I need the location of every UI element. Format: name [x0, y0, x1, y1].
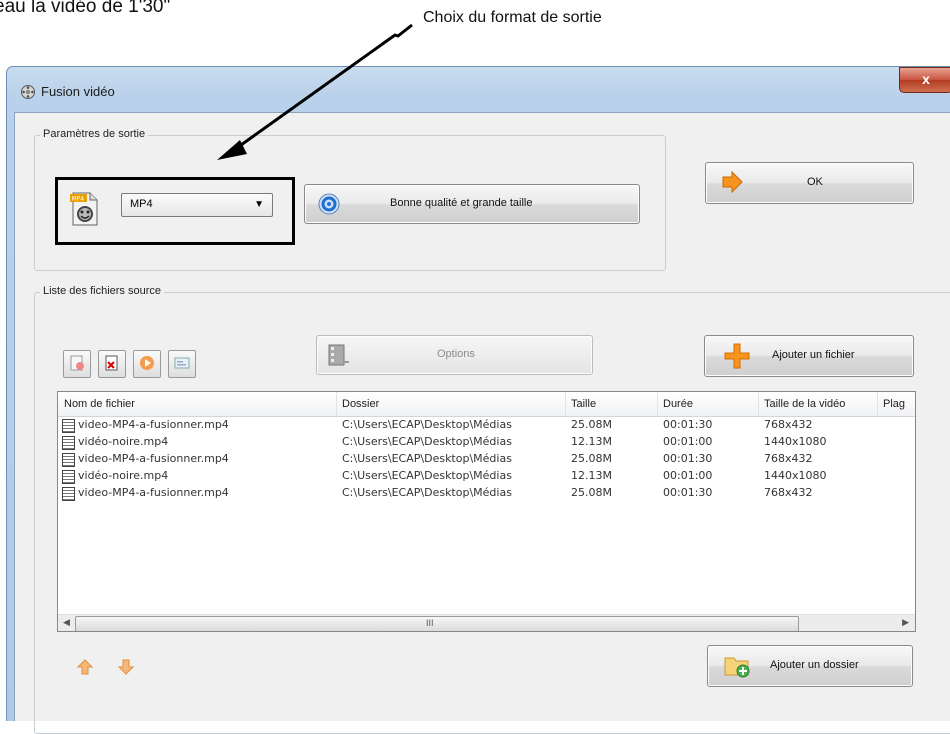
- cell-duration: 00:01:30: [663, 486, 713, 499]
- video-file-icon: [62, 436, 75, 450]
- video-file-icon: [62, 487, 75, 501]
- move-down-icon[interactable]: [117, 658, 135, 676]
- options-button[interactable]: Options: [316, 335, 593, 375]
- document-caption-left: eau la vidéo de 1'30": [0, 0, 171, 17]
- cell-folder: C:\Users\ECAP\Desktop\Médias: [342, 418, 512, 431]
- column-header-range[interactable]: Plag: [877, 392, 915, 416]
- quality-button-label: Bonne qualité et grande taille: [390, 197, 533, 209]
- remove-all-button[interactable]: [63, 350, 91, 378]
- mp4-icon-text: MP4: [72, 196, 85, 203]
- list-header: Nom de fichier Dossier Taille Durée Tail…: [58, 392, 915, 417]
- video-file-icon: [62, 419, 75, 433]
- properties-button[interactable]: [168, 350, 196, 378]
- app-icon: [21, 85, 35, 99]
- cell-filename: vidéo-noire.mp4: [78, 469, 169, 482]
- format-selection-highlight: MP4 MP4 ▼: [55, 177, 295, 245]
- add-folder-button-label: Ajouter un dossier: [770, 659, 859, 671]
- table-row[interactable]: video-MP4-a-fusionner.mp4 C:\Users\ECAP\…: [58, 451, 915, 468]
- document-caption-right: Choix du format de sortie: [423, 9, 602, 26]
- source-files-label: Liste des fichiers source: [40, 285, 164, 297]
- add-folder-button[interactable]: Ajouter un dossier: [707, 645, 913, 687]
- cell-filename: vidéo-noire.mp4: [78, 435, 169, 448]
- move-up-icon[interactable]: [76, 658, 94, 676]
- table-row[interactable]: vidéo-noire.mp4 C:\Users\ECAP\Desktop\Mé…: [58, 468, 915, 485]
- horizontal-scrollbar[interactable]: ◀ III ▶: [58, 614, 915, 631]
- cell-duration: 00:01:30: [663, 418, 713, 431]
- cell-video-size: 1440x1080: [764, 469, 827, 482]
- add-file-button[interactable]: Ajouter un fichier: [704, 335, 914, 377]
- close-button[interactable]: x: [899, 67, 950, 93]
- add-file-button-label: Ajouter un fichier: [772, 349, 855, 361]
- plus-icon: [724, 343, 750, 369]
- play-button[interactable]: [133, 350, 161, 378]
- options-button-label: Options: [437, 348, 475, 360]
- cell-size: 25.08M: [571, 418, 612, 431]
- window-title: Fusion vidéo: [41, 84, 115, 99]
- video-file-icon: [62, 453, 75, 467]
- column-header-duration[interactable]: Durée: [657, 392, 759, 416]
- column-header-folder[interactable]: Dossier: [336, 392, 566, 416]
- table-row[interactable]: video-MP4-a-fusionner.mp4 C:\Users\ECAP\…: [58, 417, 915, 434]
- cell-duration: 00:01:00: [663, 469, 713, 482]
- remove-all-icon: [70, 355, 84, 371]
- cell-filename: video-MP4-a-fusionner.mp4: [78, 452, 229, 465]
- title-bar: Fusion vidéo x: [7, 67, 950, 111]
- cell-size: 12.13M: [571, 435, 612, 448]
- scroll-left-icon[interactable]: ◀: [63, 617, 70, 628]
- remove-item-icon: [105, 355, 118, 371]
- quality-icon: [318, 193, 340, 215]
- output-settings-label: Paramètres de sortie: [40, 128, 149, 140]
- cell-duration: 00:01:30: [663, 452, 713, 465]
- close-icon: x: [922, 71, 930, 87]
- source-files-list[interactable]: Nom de fichier Dossier Taille Durée Tail…: [57, 391, 916, 632]
- window-client-area: Paramètres de sortie MP4 MP4 ▼ Bonne qua…: [14, 112, 950, 734]
- scroll-grip: III: [426, 618, 434, 628]
- remove-item-button[interactable]: [98, 350, 126, 378]
- cell-filename: video-MP4-a-fusionner.mp4: [78, 486, 229, 499]
- ok-button-label: OK: [807, 176, 823, 188]
- dropdown-arrow-icon: ▼: [254, 199, 264, 210]
- ok-button[interactable]: OK: [705, 162, 914, 204]
- table-row[interactable]: video-MP4-a-fusionner.mp4 C:\Users\ECAP\…: [58, 485, 915, 502]
- cell-video-size: 768x432: [764, 418, 813, 431]
- output-format-value: MP4: [130, 198, 153, 210]
- column-header-size[interactable]: Taille: [565, 392, 658, 416]
- table-row[interactable]: vidéo-noire.mp4 C:\Users\ECAP\Desktop\Mé…: [58, 434, 915, 451]
- cell-video-size: 768x432: [764, 486, 813, 499]
- cell-video-size: 768x432: [764, 452, 813, 465]
- cell-video-size: 1440x1080: [764, 435, 827, 448]
- cell-folder: C:\Users\ECAP\Desktop\Médias: [342, 469, 512, 482]
- folder-add-icon: [724, 657, 750, 678]
- output-settings-group: Paramètres de sortie MP4 MP4 ▼ Bonne qua…: [34, 128, 666, 271]
- arrow-right-icon: [722, 170, 743, 194]
- quality-button[interactable]: Bonne qualité et grande taille: [304, 184, 640, 224]
- cell-folder: C:\Users\ECAP\Desktop\Médias: [342, 452, 512, 465]
- column-header-video-size[interactable]: Taille de la vidéo: [758, 392, 878, 416]
- cell-size: 25.08M: [571, 486, 612, 499]
- fusion-video-window: Fusion vidéo x Paramètres de sortie MP4: [6, 66, 950, 734]
- cell-filename: video-MP4-a-fusionner.mp4: [78, 418, 229, 431]
- cell-duration: 00:01:00: [663, 435, 713, 448]
- scroll-thumb[interactable]: III: [75, 616, 799, 631]
- mp4-format-icon: MP4: [70, 192, 98, 226]
- column-header-filename[interactable]: Nom de fichier: [58, 392, 337, 416]
- output-format-select[interactable]: MP4 ▼: [121, 193, 273, 217]
- cell-folder: C:\Users\ECAP\Desktop\Médias: [342, 435, 512, 448]
- cell-folder: C:\Users\ECAP\Desktop\Médias: [342, 486, 512, 499]
- video-file-icon: [62, 470, 75, 484]
- cell-size: 25.08M: [571, 452, 612, 465]
- cell-size: 12.13M: [571, 469, 612, 482]
- play-icon: [140, 356, 154, 370]
- scroll-right-icon[interactable]: ▶: [902, 617, 909, 628]
- properties-icon: [174, 357, 190, 369]
- film-options-icon: [328, 344, 349, 366]
